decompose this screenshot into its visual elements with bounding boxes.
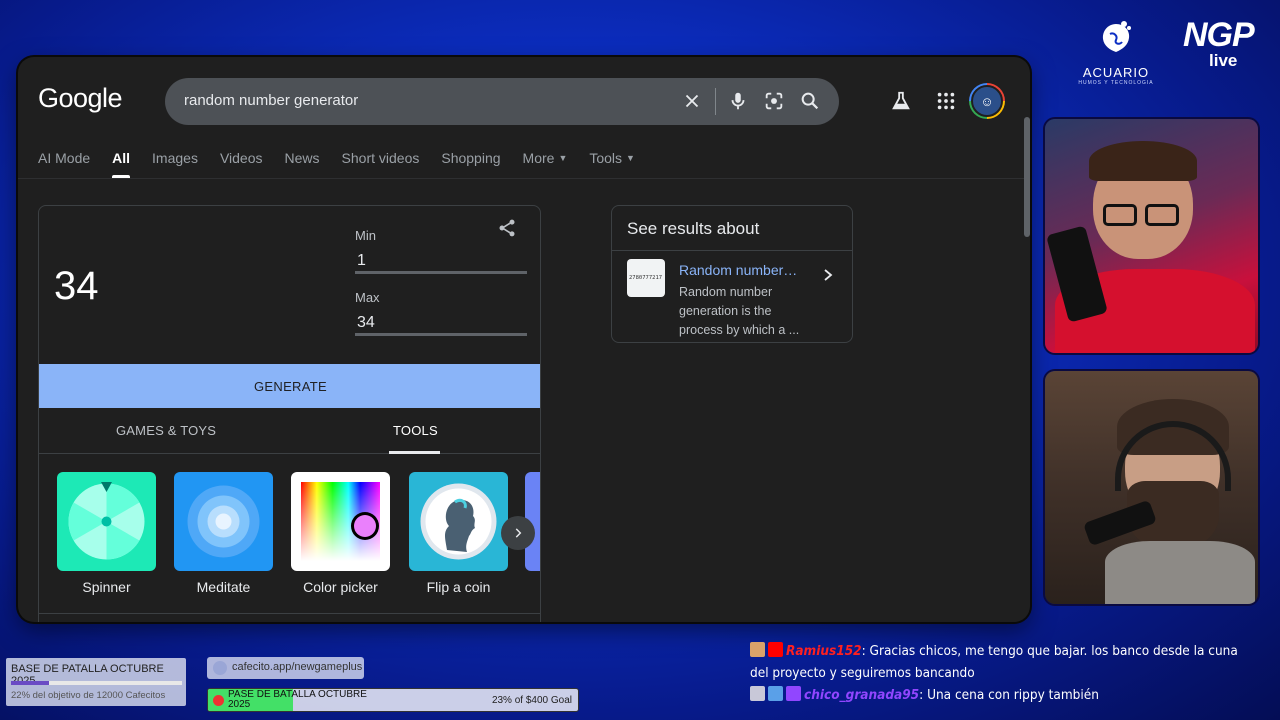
tab-all[interactable]: All (112, 150, 130, 178)
heart-icon (213, 695, 224, 706)
tab-ai-mode[interactable]: AI Mode (38, 150, 90, 178)
microphone-icon[interactable] (727, 90, 749, 112)
tab-shopping[interactable]: Shopping (441, 150, 500, 178)
active-tab-indicator (389, 451, 440, 454)
color-picker-icon (291, 472, 390, 571)
chat-badge-icon (750, 686, 765, 701)
goal-progress-bar (11, 681, 182, 685)
tool-label: Spinner (82, 579, 131, 595)
browser-window: Google random number generator ☺ AI Mode… (18, 57, 1030, 622)
twitch-icon (786, 686, 801, 701)
goal-progress-fill (11, 681, 49, 685)
goal-title: PASE DE BATALLA OCTUBRE 2025 (228, 689, 367, 710)
chat-message: chico_granada95: Una cena con rippy tamb… (750, 684, 1250, 706)
tab-more[interactable]: More ▼ (523, 150, 568, 178)
card-divider (39, 613, 540, 614)
avatar-image: ☺ (971, 85, 1003, 117)
rng-result: 34 (54, 264, 99, 308)
max-input[interactable]: 34 (355, 310, 527, 336)
rng-category-tabs: GAMES & TOYS TOOLS (39, 408, 540, 454)
ngp-live-text: live (1209, 51, 1238, 70)
google-logo[interactable]: Google (38, 83, 123, 114)
share-icon[interactable] (497, 218, 517, 238)
chevron-right-icon[interactable] (822, 268, 834, 282)
webcam-streamer-2 (1045, 371, 1258, 604)
cafecito-url: cafecito.app/newgameplus (232, 661, 363, 673)
battle-pass-goal-dollars: PASE DE BATALLA OCTUBRE 2025 23% of $400… (207, 688, 579, 712)
apps-grid-icon[interactable] (935, 90, 957, 112)
person-hair (1089, 141, 1197, 181)
crown-badge-icon (768, 686, 783, 701)
caret-down-icon: ▼ (558, 153, 568, 163)
search-header: Google random number generator ☺ AI Mode… (18, 57, 1030, 179)
tool-label: Color picker (303, 579, 378, 595)
tool-label: Flip a coin (426, 579, 491, 595)
acuario-tagline: HUMOS Y TECNOLOGIA (1078, 80, 1154, 86)
tab-videos[interactable]: Videos (220, 150, 263, 178)
labs-flask-icon[interactable] (890, 90, 912, 112)
ngp-logo-text: NGP (1183, 16, 1255, 54)
acuario-brain-icon (1102, 21, 1131, 52)
tool-spinner[interactable]: Spinner (57, 472, 156, 595)
meditate-icon (174, 472, 273, 571)
result-thumbnail[interactable]: 2780777217 (627, 259, 665, 297)
generate-button[interactable]: GENERATE (39, 364, 540, 408)
google-lens-icon[interactable] (763, 90, 785, 112)
account-avatar[interactable]: ☺ (969, 83, 1005, 119)
acuario-logo: ACUARIO HUMOS Y TECNOLOGIA (1072, 18, 1160, 88)
spinner-icon (57, 472, 156, 571)
youtube-icon (768, 642, 783, 657)
tab-news[interactable]: News (285, 150, 320, 178)
chat-message: Ramius152: Gracias chicos, me tengo que … (750, 640, 1250, 684)
tab-short-videos[interactable]: Short videos (342, 150, 420, 178)
search-icon[interactable] (799, 90, 821, 112)
thumbnail-text: 2780777217 (629, 275, 663, 281)
clear-icon[interactable] (681, 90, 703, 112)
grey-shirt (1105, 541, 1255, 604)
goal-amount: 23% of $400 Goal (491, 695, 572, 706)
ngp-live-logo: NGP live (1183, 18, 1257, 74)
search-tabs: AI Mode All Images Videos News Short vid… (38, 150, 657, 178)
chat-username: Ramius152 (786, 643, 862, 659)
tab-images[interactable]: Images (152, 150, 198, 178)
tab-tools[interactable]: Tools ▼ (589, 150, 635, 178)
tool-flip-a-coin[interactable]: Flip a coin (409, 472, 508, 595)
acuario-name: ACUARIO (1082, 65, 1150, 80)
cafecito-icon (213, 661, 227, 675)
tool-label: Meditate (196, 579, 251, 595)
max-label: Max (355, 290, 380, 305)
webcam-streamer-1 (1045, 119, 1258, 353)
caret-down-icon: ▼ (626, 153, 635, 163)
see-results-title: See results about (627, 219, 760, 238)
tool-meditate[interactable]: Meditate (174, 472, 273, 595)
tab-games-and-toys[interactable]: GAMES & TOYS (116, 423, 216, 438)
chat-username: chico_granada95 (804, 687, 920, 703)
glasses-right (1145, 204, 1179, 226)
search-divider (715, 88, 716, 115)
random-number-card: 34 Min 1 Max 34 GENERATE GAMES & TOYS TO… (38, 205, 541, 622)
battle-pass-goal-cafecitos: BASE DE PATALLA OCTUBRE 2025 22% del obj… (6, 658, 186, 706)
goal-subtitle: 22% del objetivo de 12000 Cafecitos (11, 690, 166, 701)
chat-text: Una cena con rippy también (923, 687, 1099, 703)
carousel-next-button[interactable] (501, 516, 535, 550)
search-input[interactable]: random number generator (184, 92, 358, 109)
search-box[interactable]: random number generator (165, 78, 839, 125)
tab-tools-category[interactable]: TOOLS (393, 423, 438, 438)
page-scrollbar[interactable] (1024, 117, 1030, 237)
divider (612, 250, 852, 251)
result-link-random-number[interactable]: Random number… (679, 262, 797, 278)
result-snippet: Random number generation is the process … (679, 285, 800, 337)
min-label: Min (355, 228, 376, 243)
tool-color-picker[interactable]: Color picker (291, 472, 390, 595)
flip-coin-icon (409, 472, 508, 571)
glasses-left (1103, 204, 1137, 226)
chevron-right-icon (515, 528, 522, 538)
chat-badge-icon (750, 642, 765, 657)
see-results-about-panel: See results about 2780777217 Random numb… (611, 205, 853, 343)
min-input[interactable]: 1 (355, 248, 527, 274)
cafecito-link: cafecito.app/newgameplus (207, 657, 364, 679)
stream-chat: Ramius152: Gracias chicos, me tengo que … (750, 640, 1250, 706)
